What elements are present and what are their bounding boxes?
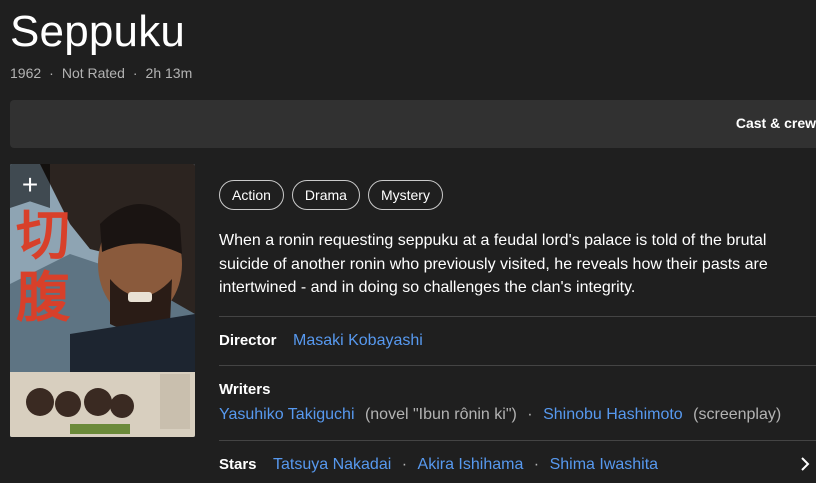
writer-role: (novel "Ibun rônin ki")	[364, 406, 517, 423]
sub-navigation-bar: Cast & crew	[10, 100, 816, 148]
genre-chip-mystery[interactable]: Mystery	[367, 180, 443, 210]
poster-title-kanji: 切 腹	[16, 203, 70, 329]
genre-chip-drama[interactable]: Drama	[291, 180, 360, 210]
chevron-right-icon[interactable]	[800, 455, 810, 476]
writer-role: (screenplay)	[693, 406, 782, 423]
meta-separator: ·	[132, 65, 138, 81]
star-link[interactable]: Tatsuya Nakadai	[273, 456, 391, 473]
list-separator: ·	[401, 456, 408, 473]
plot-summary: When a ronin requesting seppuku at a feu…	[219, 232, 768, 296]
plus-icon: +	[21, 169, 39, 200]
release-year[interactable]: 1962	[10, 65, 41, 81]
writer-link[interactable]: Yasuhiko Takiguchi	[219, 406, 355, 423]
add-to-watchlist-button[interactable]: +	[10, 164, 50, 208]
writers-row: Writers Yasuhiko Takiguchi (novel "Ibun …	[219, 365, 816, 440]
list-separator: ·	[527, 406, 533, 423]
stars-label: Stars	[219, 456, 257, 473]
list-separator: ·	[533, 456, 540, 473]
movie-poster[interactable]: 切 腹 +	[10, 164, 195, 437]
director-link[interactable]: Masaki Kobayashi	[293, 332, 423, 349]
star-link[interactable]: Shima Iwashita	[550, 456, 659, 473]
runtime: 2h 13m	[145, 65, 193, 81]
certificate-rating[interactable]: Not Rated	[62, 65, 125, 81]
director-label: Director	[219, 332, 277, 349]
star-link[interactable]: Akira Ishihama	[418, 456, 524, 473]
genre-chips: Action Drama Mystery	[219, 180, 443, 210]
writers-label: Writers	[219, 381, 271, 398]
page-title: Seppuku	[10, 7, 186, 56]
writers-list: Yasuhiko Takiguchi (novel "Ibun rônin ki…	[219, 406, 781, 424]
writer-link[interactable]: Shinobu Hashimoto	[543, 406, 683, 423]
title-meta: 1962 · Not Rated · 2h 13m	[10, 65, 192, 81]
genre-chip-action[interactable]: Action	[219, 180, 284, 210]
meta-separator: ·	[49, 65, 54, 81]
cast-crew-link[interactable]: Cast & crew	[736, 115, 816, 131]
stars-row: Stars Tatsuya Nakadai · Akira Ishihama ·…	[219, 440, 816, 483]
director-row: Director Masaki Kobayashi	[219, 316, 816, 365]
